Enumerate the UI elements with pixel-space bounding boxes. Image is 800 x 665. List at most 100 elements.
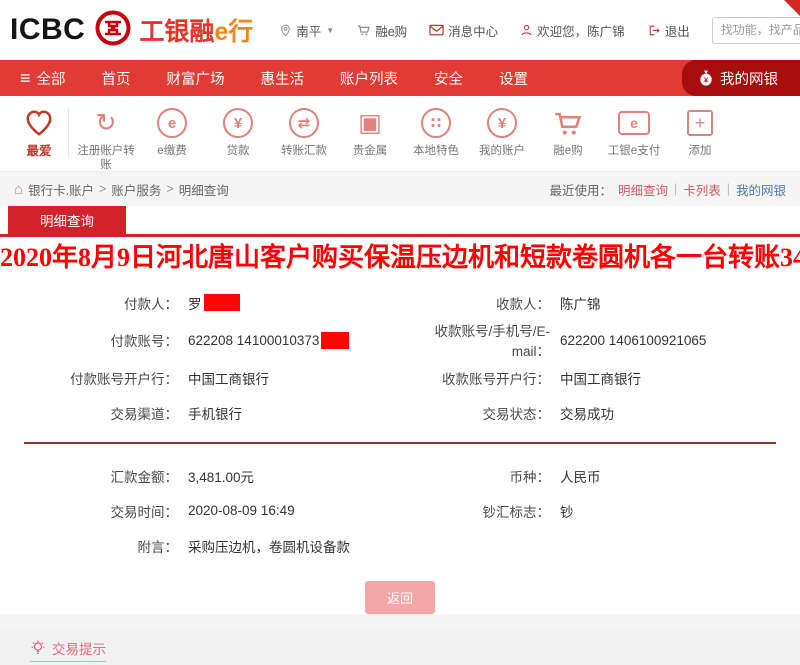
main-nav: ≡ 全部 首页 财富广场 惠生活 账户列表 安全 设置 ¥ 我的网银: [0, 60, 800, 96]
tab-row: 明细查询: [0, 206, 800, 237]
menu-icon: ≡: [20, 69, 31, 87]
header-cart-link[interactable]: 融e购: [356, 21, 407, 40]
quickbar-label: 转账汇款: [271, 144, 337, 158]
location-selector[interactable]: 南平 ▼: [279, 21, 334, 40]
time-label: 交易时间：: [0, 501, 178, 521]
quickbar-label: e缴费: [139, 144, 205, 158]
home-icon: ⌂: [14, 181, 23, 198]
add-icon: +: [687, 110, 713, 136]
messages-label: 消息中心: [448, 21, 498, 40]
payee-label: 收款人：: [400, 293, 550, 313]
divider: [68, 109, 69, 157]
my-account-icon: ¥: [487, 108, 517, 138]
recent-link-card-list[interactable]: 卡列表: [683, 180, 721, 199]
quickbar-item-rongegou[interactable]: 融e购: [535, 105, 601, 158]
form-row: 汇款金额： 3,481.00元 币种： 人民币: [0, 458, 800, 493]
chevron-down-icon: ▼: [326, 26, 334, 35]
quickbar-item-local-feature[interactable]: ∷ 本地特色: [403, 105, 469, 158]
nav-item-settings[interactable]: 设置: [499, 68, 528, 89]
time-value: 2020-08-09 16:49: [188, 503, 295, 518]
payer-value: 罗: [188, 293, 240, 313]
payer-bank-label: 付款账号开户行：: [0, 368, 178, 388]
quickbar-item-loan[interactable]: ¥ 贷款: [205, 105, 271, 158]
amount-label: 汇款金额：: [0, 466, 178, 486]
quickbar-label: 贵金属: [337, 144, 403, 158]
payee-bank-label: 收款账号开户行：: [400, 368, 550, 388]
quickbar-item-precious-metal[interactable]: ▣ 贵金属: [337, 105, 403, 158]
currency-value: 人民币: [560, 466, 601, 486]
icbc-logo-text: ICBC: [10, 13, 85, 47]
cash-flag-value: 钞: [560, 501, 574, 521]
breadcrumb-bar: ⌂ 银行卡.账户 > 账户服务 > 明细查询 最近使用： 明细查询 | 卡列表 …: [0, 172, 800, 206]
loan-bag-icon: ¥: [223, 108, 253, 138]
breadcrumb-separator: >: [166, 182, 173, 196]
transfer-remit-icon: ⇄: [289, 108, 319, 138]
messages-link[interactable]: 消息中心: [429, 21, 498, 40]
quickbar-label: 我的账户: [469, 144, 535, 158]
tips-title-label: 交易提示: [52, 638, 106, 658]
search-input[interactable]: [712, 17, 800, 44]
annotation-headline: 2020年8月9日河北唐山客户购买保温压边机和短款卷圆机各一台转账3481元至工…: [0, 241, 800, 275]
breadcrumb-item-account-service[interactable]: 账户服务: [111, 180, 161, 199]
nav-item-security[interactable]: 安全: [434, 68, 463, 89]
amount-value: 3,481.00元: [188, 466, 254, 486]
epay-card-icon: e: [618, 111, 650, 135]
payee-bank-value: 中国工商银行: [560, 368, 641, 388]
nav-item-all[interactable]: ≡ 全部: [20, 68, 66, 89]
quickbar-item-epay-fee[interactable]: e e缴费: [139, 105, 205, 158]
header-cart-label: 融e购: [375, 21, 407, 40]
form-row: 付款人： 罗 收款人： 陈广锦: [0, 285, 800, 320]
quickbar-label: 最爱: [10, 144, 68, 158]
quickbar-item-transfer-remit[interactable]: ⇄ 转账汇款: [271, 105, 337, 158]
logout-label: 退出: [665, 21, 690, 40]
payee-account-label: 收款账号/手机号/E-mail：: [400, 320, 550, 360]
nav-all-label: 全部: [37, 68, 66, 89]
quick-icon-bar: 最爱 ↻ 注册账户转账 e e缴费 ¥ 贷款 ⇄ 转账汇款 ▣ 贵金属 ∷ 本地…: [0, 96, 800, 172]
status-label: 交易状态：: [400, 403, 550, 423]
welcome-user[interactable]: 欢迎您，陈广锦: [520, 21, 625, 40]
status-value: 交易成功: [560, 403, 614, 423]
nav-item-wealth[interactable]: 财富广场: [167, 68, 225, 89]
logout-button[interactable]: 退出: [647, 21, 690, 40]
header-right: 南平 ▼ 融e购 消息中心 欢迎您，陈广锦 退出: [279, 17, 800, 44]
recent-link-mybank[interactable]: 我的网银: [736, 180, 786, 199]
breadcrumb-item-detail-query: 明细查询: [179, 180, 229, 199]
quickbar-item-my-account[interactable]: ¥ 我的账户: [469, 105, 535, 158]
brand-title-orange: e行: [214, 18, 253, 46]
welcome-label: 欢迎您，陈广锦: [537, 21, 625, 40]
form-row: 交易时间： 2020-08-09 16:49 钞汇标志： 钞: [0, 493, 800, 528]
local-feature-icon: ∷: [421, 108, 451, 138]
lightbulb-icon: [30, 640, 46, 657]
divider: |: [727, 182, 730, 196]
quickbar-item-epay[interactable]: e 工银e支付: [601, 105, 667, 158]
recent-link-detail-query[interactable]: 明细查询: [618, 180, 668, 199]
heart-icon: [24, 109, 54, 137]
back-button[interactable]: 返回: [365, 581, 435, 614]
nav-item-home[interactable]: 首页: [102, 68, 131, 89]
payee-account-value: 622200 1406100921065: [560, 333, 706, 348]
quickbar-item-favorites[interactable]: 最爱: [10, 105, 68, 158]
transaction-tips: 交易提示 1、您可以将查询结果下载，并保存到文本或电子表格文件中。 2、本功能只…: [0, 628, 800, 665]
quickbar-label: 融e购: [535, 144, 601, 158]
tab-detail-query[interactable]: 明细查询: [8, 206, 126, 234]
quickbar-label: 本地特色: [403, 144, 469, 158]
breadcrumb-item-bankcard[interactable]: 银行卡.账户: [28, 180, 94, 199]
logout-icon: [647, 24, 661, 37]
quickbar-item-register-transfer[interactable]: ↻ 注册账户转账: [73, 105, 139, 172]
transaction-detail-form: 付款人： 罗 收款人： 陈广锦 付款账号： 622208 14100010373…: [0, 275, 800, 563]
nav-mybank[interactable]: ¥ 我的网银: [682, 60, 800, 96]
icbc-logo-icon: [95, 10, 131, 51]
channel-value: 手机银行: [188, 403, 242, 423]
form-row: 付款账号开户行： 中国工商银行 收款账号开户行： 中国工商银行: [0, 360, 800, 395]
nav-item-accounts[interactable]: 账户列表: [340, 68, 398, 89]
form-row: 附言： 采购压边机，卷圆机设备款: [0, 528, 800, 563]
quickbar-item-add[interactable]: + 添加: [667, 105, 733, 158]
nav-item-life[interactable]: 惠生活: [261, 68, 305, 89]
brand-title: 工银融e行: [139, 12, 253, 48]
precious-metal-icon: ▣: [358, 111, 382, 136]
user-icon: [520, 23, 533, 37]
remark-label: 附言：: [0, 536, 178, 556]
redaction-block: [321, 332, 349, 349]
payer-bank-value: 中国工商银行: [188, 368, 269, 388]
section-divider: [24, 442, 776, 444]
